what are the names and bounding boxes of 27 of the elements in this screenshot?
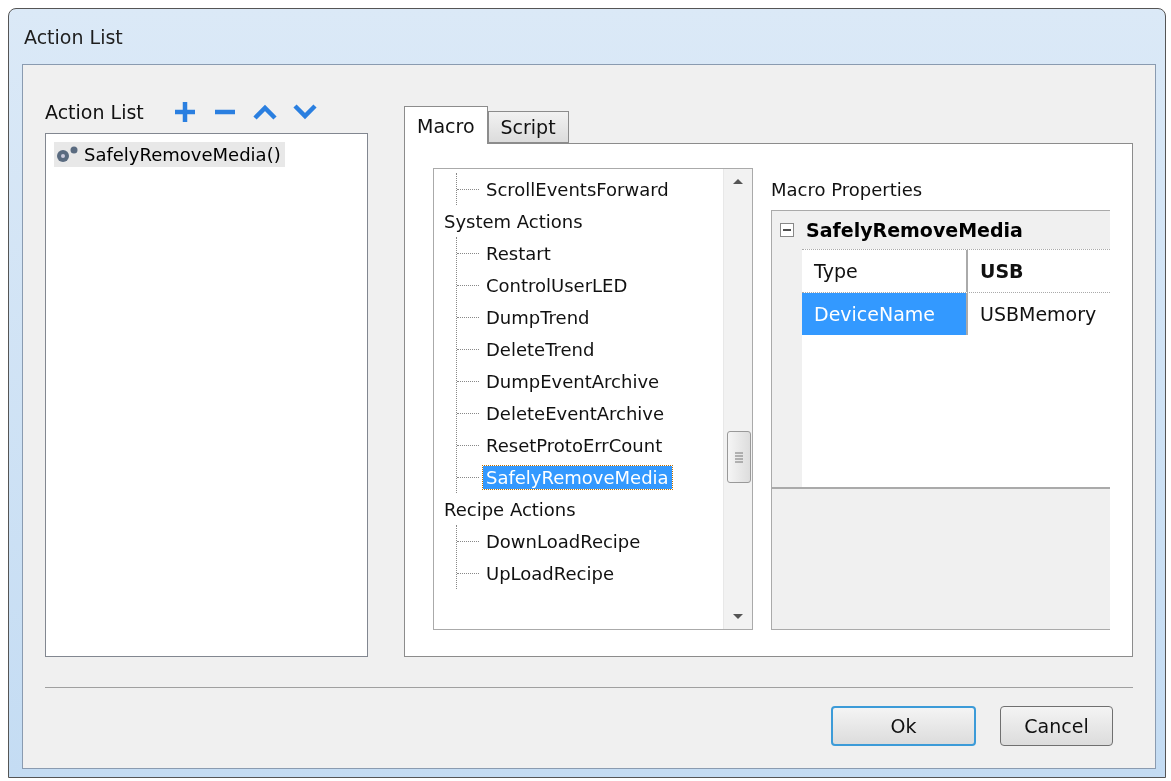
- properties-label: Macro Properties: [771, 177, 924, 202]
- tree-item[interactable]: ControlUserLED: [483, 273, 631, 297]
- tree-item[interactable]: Restart: [483, 241, 554, 265]
- action-list-label: Action List: [45, 101, 144, 123]
- action-list-item[interactable]: SafelyRemoveMedia(): [54, 142, 285, 167]
- tree-item[interactable]: ResetProtoErrCount: [483, 433, 666, 457]
- tree-item[interactable]: DumpTrend: [483, 305, 593, 329]
- tree-item[interactable]: DownLoadRecipe: [483, 529, 644, 553]
- property-category: SafelyRemoveMedia: [806, 219, 1023, 241]
- tree-group-label[interactable]: System Actions: [444, 205, 583, 237]
- tab[interactable]: Script: [487, 111, 569, 143]
- scroll-up-icon[interactable]: [732, 177, 744, 185]
- tree-group-label[interactable]: Recipe Actions: [444, 493, 576, 525]
- window-title: Action List: [23, 24, 124, 50]
- tree-item[interactable]: DeleteTrend: [483, 337, 598, 361]
- collapse-icon[interactable]: [780, 223, 794, 237]
- tree-item[interactable]: UpLoadRecipe: [483, 561, 617, 585]
- cancel-button[interactable]: Cancel: [1000, 706, 1113, 746]
- tree-item[interactable]: DeleteEventArchive: [483, 401, 668, 425]
- scrollbar[interactable]: [723, 169, 752, 629]
- ok-button[interactable]: Ok: [831, 706, 976, 746]
- scroll-down-icon[interactable]: [732, 613, 744, 621]
- gears-icon: [54, 144, 80, 165]
- scroll-thumb[interactable]: [727, 431, 751, 483]
- tree-item[interactable]: ScrollEventsForward: [483, 177, 672, 201]
- tree-item[interactable]: DumpEventArchive: [483, 369, 663, 393]
- tab[interactable]: Macro: [404, 106, 488, 144]
